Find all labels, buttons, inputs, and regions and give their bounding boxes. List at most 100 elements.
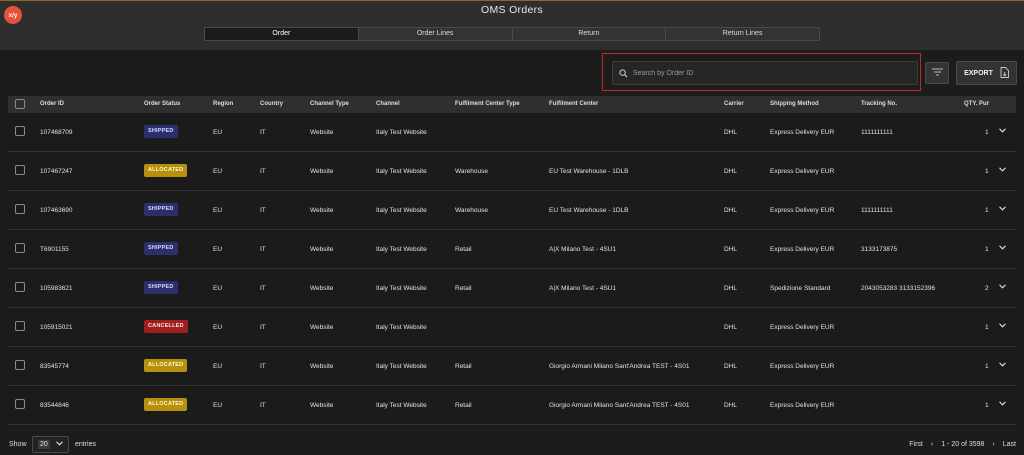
file-export-icon bbox=[1000, 66, 1009, 80]
table-row[interactable]: 83544846 EU IT Website Italy Test Website Ret… bbox=[8, 386, 1016, 425]
cell-channel: Italy Test Website bbox=[376, 129, 427, 136]
col-fc-type[interactable]: Fulfilment Center Type bbox=[455, 96, 520, 113]
cell-carrier: DHL bbox=[724, 363, 738, 370]
row-checkbox[interactable] bbox=[15, 126, 25, 136]
cell-channel-type: Website bbox=[310, 402, 334, 409]
table-footer: Show 20 entries First ‹ 1 - 20 of 3598 ›… bbox=[0, 430, 1024, 455]
first-page-link[interactable]: First bbox=[909, 441, 923, 448]
app-header: x/y OMS Orders Order Order Lines Return … bbox=[0, 0, 1024, 50]
tab-order-lines[interactable]: Order Lines bbox=[359, 28, 513, 40]
cell-channel-type: Website bbox=[310, 363, 334, 370]
cell-qty: 1 bbox=[985, 246, 989, 253]
cell-fc-type: Retail bbox=[455, 363, 472, 370]
cell-tracking-no: 2043053283 3133152396 bbox=[861, 285, 936, 292]
table-row[interactable]: T6901155 EU IT Website Italy Test Website Ret… bbox=[8, 230, 1016, 269]
col-shipping-method[interactable]: Shipping Method bbox=[770, 96, 819, 113]
table-row[interactable]: 83545774 EU IT Website Italy Test Website Ret… bbox=[8, 347, 1016, 386]
tab-return[interactable]: Return bbox=[513, 28, 667, 40]
table-row[interactable]: 105983621 EU IT Website Italy Test Website Re… bbox=[8, 269, 1016, 308]
page-range: 1 - 20 of 3598 bbox=[941, 441, 985, 448]
cell-qty: 1 bbox=[985, 168, 989, 175]
cell-order-id: 107468709 bbox=[40, 129, 73, 136]
export-button[interactable]: EXPORT bbox=[956, 61, 1017, 85]
cell-shipping-method: Express Delivery EUR bbox=[770, 402, 835, 409]
cell-order-id: 107467247 bbox=[40, 168, 73, 175]
col-qty[interactable]: QTY. Pur bbox=[964, 96, 989, 113]
tab-order[interactable]: Order bbox=[205, 28, 359, 40]
cell-region: EU bbox=[213, 363, 223, 370]
col-fc[interactable]: Fulfilment Center bbox=[549, 96, 598, 113]
search-icon bbox=[613, 68, 633, 78]
entries-label: entries bbox=[75, 441, 97, 448]
cell-carrier: DHL bbox=[724, 246, 738, 253]
cell-fc-type: Retail bbox=[455, 246, 472, 253]
cell-fc-type: Retail bbox=[455, 285, 472, 292]
expand-chevron-icon[interactable] bbox=[999, 245, 1007, 253]
expand-chevron-icon[interactable] bbox=[999, 284, 1007, 292]
search-box[interactable] bbox=[612, 61, 918, 85]
row-checkbox[interactable] bbox=[15, 165, 25, 175]
cell-channel: Italy Test Website bbox=[376, 168, 427, 175]
cell-fc-type: Warehouse bbox=[455, 168, 488, 175]
cell-order-id: 107463690 bbox=[40, 207, 73, 214]
cell-order-id: 105983621 bbox=[40, 285, 73, 292]
col-channel-type[interactable]: Channel Type bbox=[310, 96, 349, 113]
expand-chevron-icon[interactable] bbox=[999, 362, 1007, 370]
expand-chevron-icon[interactable] bbox=[999, 206, 1007, 214]
row-checkbox[interactable] bbox=[15, 282, 25, 292]
expand-chevron-icon[interactable] bbox=[999, 128, 1007, 136]
cell-qty: 1 bbox=[985, 363, 989, 370]
table-row[interactable]: 107468709 EU IT Website Italy Test Website DH… bbox=[8, 113, 1016, 152]
expand-chevron-icon[interactable] bbox=[999, 167, 1007, 175]
last-page-link[interactable]: Last bbox=[1003, 441, 1016, 448]
table-header: Order ID Order Status Region Country Cha… bbox=[8, 96, 1016, 113]
table-row[interactable]: 105915021 EU IT Website Italy Test Website DH… bbox=[8, 308, 1016, 347]
cell-channel: Italy Test Website bbox=[376, 207, 427, 214]
cell-country: IT bbox=[260, 285, 266, 292]
search-input[interactable] bbox=[633, 69, 917, 77]
cell-fc: EU Test Warehouse - 1DLB bbox=[549, 168, 629, 175]
cell-channel-type: Website bbox=[310, 246, 334, 253]
row-checkbox[interactable] bbox=[15, 243, 25, 253]
cell-qty: 1 bbox=[985, 207, 989, 214]
page-size-select[interactable]: 20 bbox=[32, 436, 69, 453]
row-checkbox[interactable] bbox=[15, 204, 25, 214]
cell-region: EU bbox=[213, 285, 223, 292]
col-carrier[interactable]: Carrier bbox=[724, 96, 744, 113]
row-checkbox[interactable] bbox=[15, 321, 25, 331]
cell-carrier: DHL bbox=[724, 129, 738, 136]
expand-chevron-icon[interactable] bbox=[999, 323, 1007, 331]
next-page-icon[interactable]: › bbox=[992, 441, 994, 448]
col-region[interactable]: Region bbox=[213, 96, 233, 113]
cell-channel: Italy Test Website bbox=[376, 285, 427, 292]
select-all-checkbox[interactable] bbox=[15, 99, 25, 109]
col-order-id[interactable]: Order ID bbox=[40, 96, 64, 113]
cell-order-id: 105915021 bbox=[40, 324, 73, 331]
row-checkbox[interactable] bbox=[15, 399, 25, 409]
cell-country: IT bbox=[260, 402, 266, 409]
cell-fc: A|X Milano Test - 4SU1 bbox=[549, 285, 616, 292]
tab-return-lines[interactable]: Return Lines bbox=[666, 28, 819, 40]
cell-shipping-method: Express Delivery EUR bbox=[770, 207, 835, 214]
col-tracking-no[interactable]: Tracking No. bbox=[861, 96, 897, 113]
cell-carrier: DHL bbox=[724, 324, 738, 331]
cell-order-id: T6901155 bbox=[40, 246, 69, 253]
export-label: EXPORT bbox=[964, 69, 993, 77]
row-checkbox[interactable] bbox=[15, 360, 25, 370]
col-order-status[interactable]: Order Status bbox=[144, 96, 180, 113]
filter-button[interactable] bbox=[925, 62, 949, 84]
prev-page-icon[interactable]: ‹ bbox=[931, 441, 933, 448]
cell-shipping-method: Express Delivery EUR bbox=[770, 246, 835, 253]
cell-channel-type: Website bbox=[310, 129, 334, 136]
col-country[interactable]: Country bbox=[260, 96, 283, 113]
status-badge: SHIPPED bbox=[144, 125, 178, 138]
cell-fc: Giorgio Armani Milano Sant'Andrea TEST -… bbox=[549, 402, 690, 409]
cell-carrier: DHL bbox=[724, 207, 738, 214]
table-row[interactable]: 107463690 EU IT Website Italy Test Website Wa… bbox=[8, 191, 1016, 230]
table-row[interactable]: 107467247 EU IT Website Italy Test Website Wa… bbox=[8, 152, 1016, 191]
cell-qty: 1 bbox=[985, 402, 989, 409]
expand-chevron-icon[interactable] bbox=[999, 401, 1007, 409]
cell-channel: Italy Test Website bbox=[376, 324, 427, 331]
cell-region: EU bbox=[213, 324, 223, 331]
col-channel[interactable]: Channel bbox=[376, 96, 400, 113]
